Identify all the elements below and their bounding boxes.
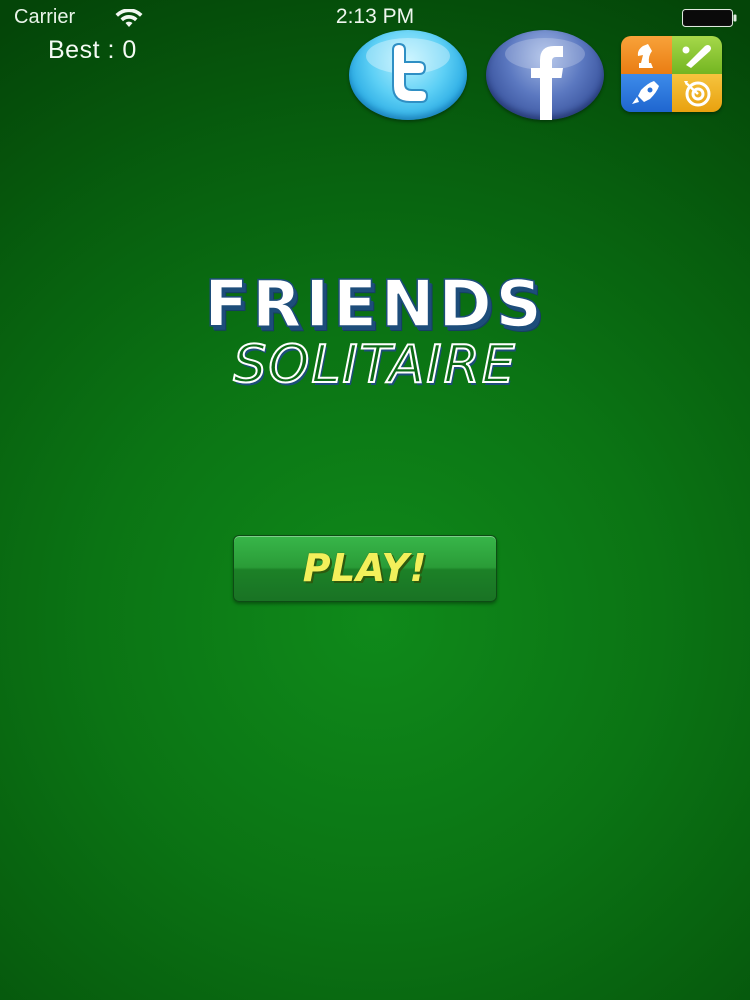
play-button[interactable]: PLAY!: [233, 535, 497, 602]
battery-icon: [682, 9, 737, 27]
twitter-button[interactable]: [349, 30, 467, 120]
target-icon: [671, 74, 722, 112]
game-center-button[interactable]: [621, 36, 722, 112]
facebook-icon: [505, 38, 585, 120]
twitter-icon: [366, 38, 450, 103]
best-score-label: Best : 0: [48, 36, 137, 64]
baseball-bat-icon: [671, 36, 722, 74]
play-button-label: PLAY!: [302, 546, 428, 590]
game-title: FRIENDS: [204, 267, 546, 343]
chess-knight-icon: [621, 36, 672, 74]
rocket-icon: [621, 74, 672, 112]
facebook-button[interactable]: [486, 30, 604, 120]
game-subtitle: SOLITAIRE: [232, 334, 517, 396]
clock: 2:13 PM: [335, 5, 415, 28]
